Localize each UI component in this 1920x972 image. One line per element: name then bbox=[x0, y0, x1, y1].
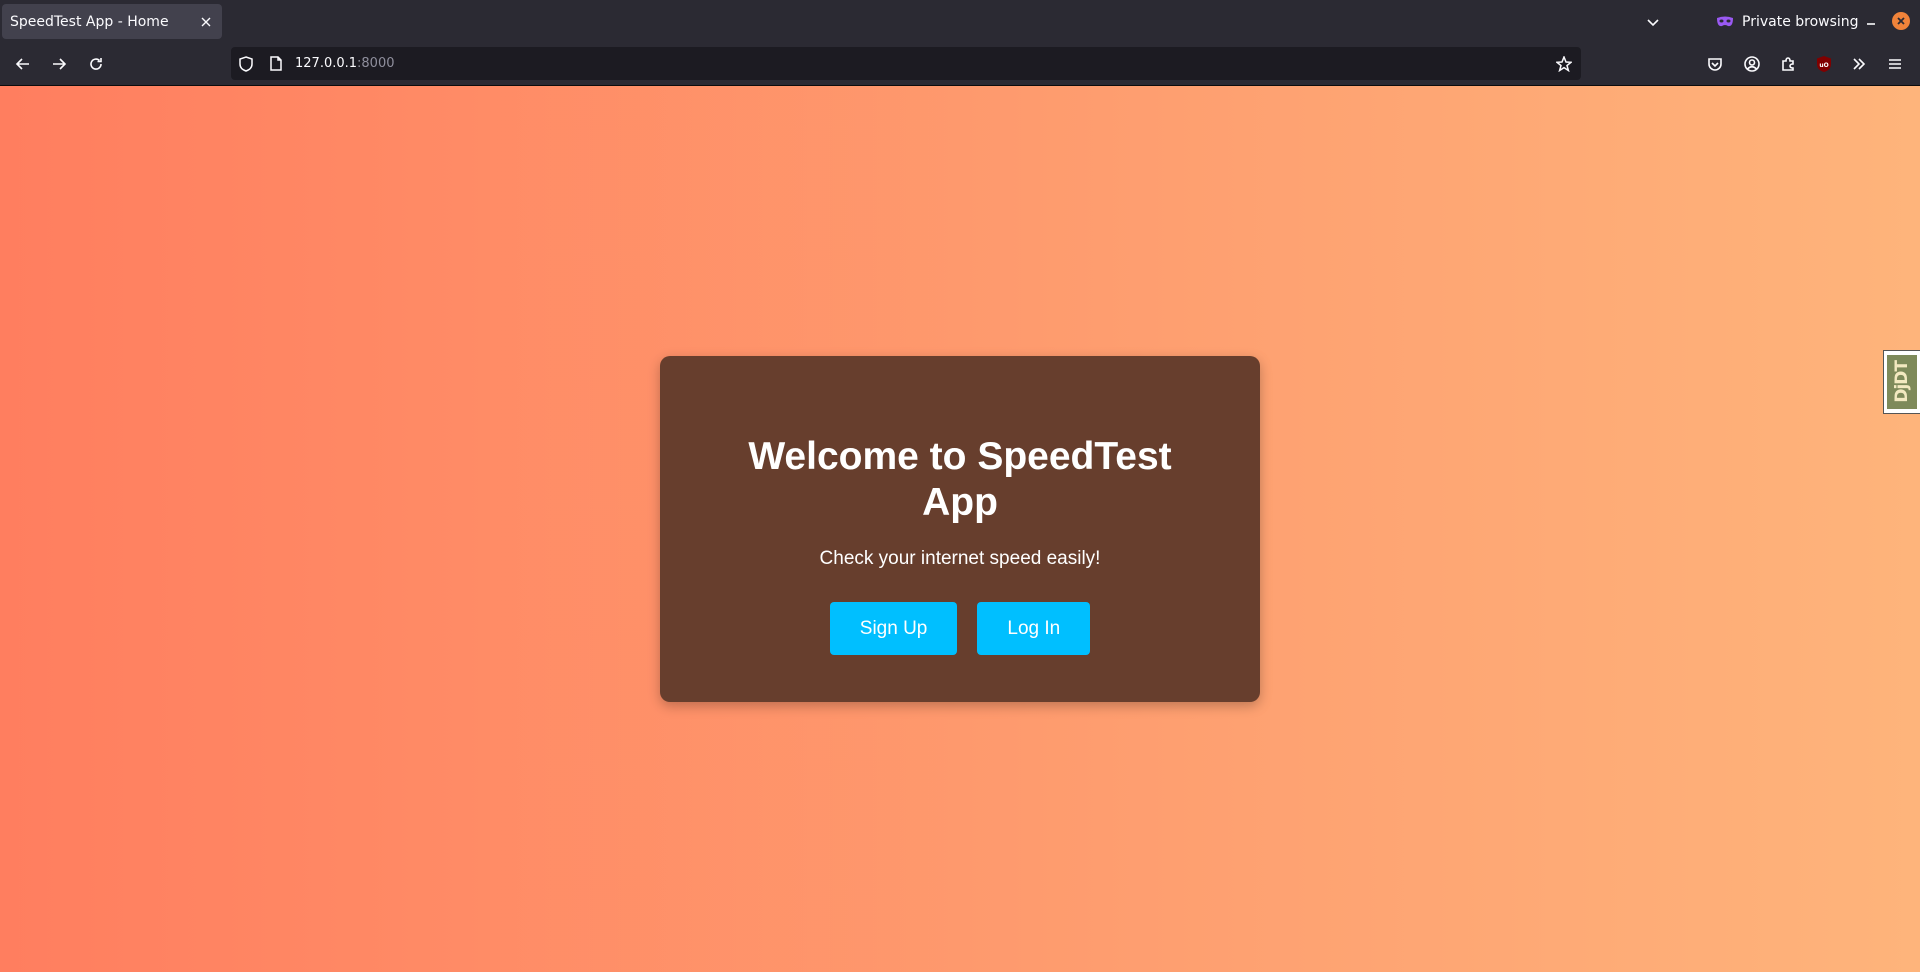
ublock-origin-icon[interactable]: uO bbox=[1809, 49, 1839, 79]
url-port: :8000 bbox=[357, 56, 395, 71]
url-bar[interactable]: 127.0.0.1:8000 bbox=[231, 47, 1581, 80]
navigation-toolbar: 127.0.0.1:8000 uO bbox=[0, 43, 1920, 86]
private-mask-icon bbox=[1716, 13, 1734, 31]
minimize-window-icon[interactable] bbox=[1858, 9, 1884, 35]
browser-tab[interactable]: SpeedTest App - Home bbox=[2, 4, 222, 39]
private-browsing-indicator: Private browsing bbox=[1716, 0, 1859, 43]
tab-bar: SpeedTest App - Home Private browsing bbox=[0, 0, 1920, 43]
close-window-icon[interactable] bbox=[1892, 12, 1910, 30]
extensions-puzzle-icon[interactable] bbox=[1773, 49, 1803, 79]
tracking-shield-icon[interactable] bbox=[237, 55, 255, 73]
django-debug-toolbar-handle[interactable]: DjDT bbox=[1883, 350, 1920, 414]
ublock-badge-text: uO bbox=[1819, 62, 1828, 69]
page-info-document-icon[interactable] bbox=[267, 55, 285, 73]
welcome-card: Welcome to SpeedTest App Check your inte… bbox=[660, 356, 1260, 702]
forward-arrow-icon[interactable] bbox=[44, 49, 74, 79]
button-row: Sign Up Log In bbox=[660, 602, 1260, 655]
list-all-tabs-chevron-down-icon[interactable] bbox=[1640, 9, 1666, 35]
private-browsing-label: Private browsing bbox=[1742, 13, 1859, 30]
bookmark-star-icon[interactable] bbox=[1555, 55, 1573, 73]
reload-icon[interactable] bbox=[81, 49, 111, 79]
page-title: Welcome to SpeedTest App bbox=[748, 435, 1172, 524]
sign-up-button[interactable]: Sign Up bbox=[829, 602, 958, 655]
page-subtitle: Check your internet speed easily! bbox=[819, 548, 1101, 569]
pocket-icon[interactable] bbox=[1700, 49, 1730, 79]
hamburger-menu-icon[interactable] bbox=[1880, 49, 1910, 79]
url-host: 127.0.0.1 bbox=[295, 56, 358, 71]
page-viewport: Welcome to SpeedTest App Check your inte… bbox=[0, 86, 1920, 972]
url-text[interactable]: 127.0.0.1:8000 bbox=[295, 56, 1555, 71]
log-in-button[interactable]: Log In bbox=[977, 602, 1091, 655]
djdt-logo: DjDT bbox=[1887, 355, 1917, 409]
more-tools-chevrons-icon[interactable] bbox=[1844, 49, 1874, 79]
tab-title: SpeedTest App - Home bbox=[10, 13, 169, 30]
back-arrow-icon[interactable] bbox=[8, 49, 38, 79]
tab-close-icon[interactable] bbox=[194, 10, 218, 34]
account-icon[interactable] bbox=[1737, 49, 1767, 79]
djdt-label: DjDT bbox=[1892, 361, 1912, 403]
